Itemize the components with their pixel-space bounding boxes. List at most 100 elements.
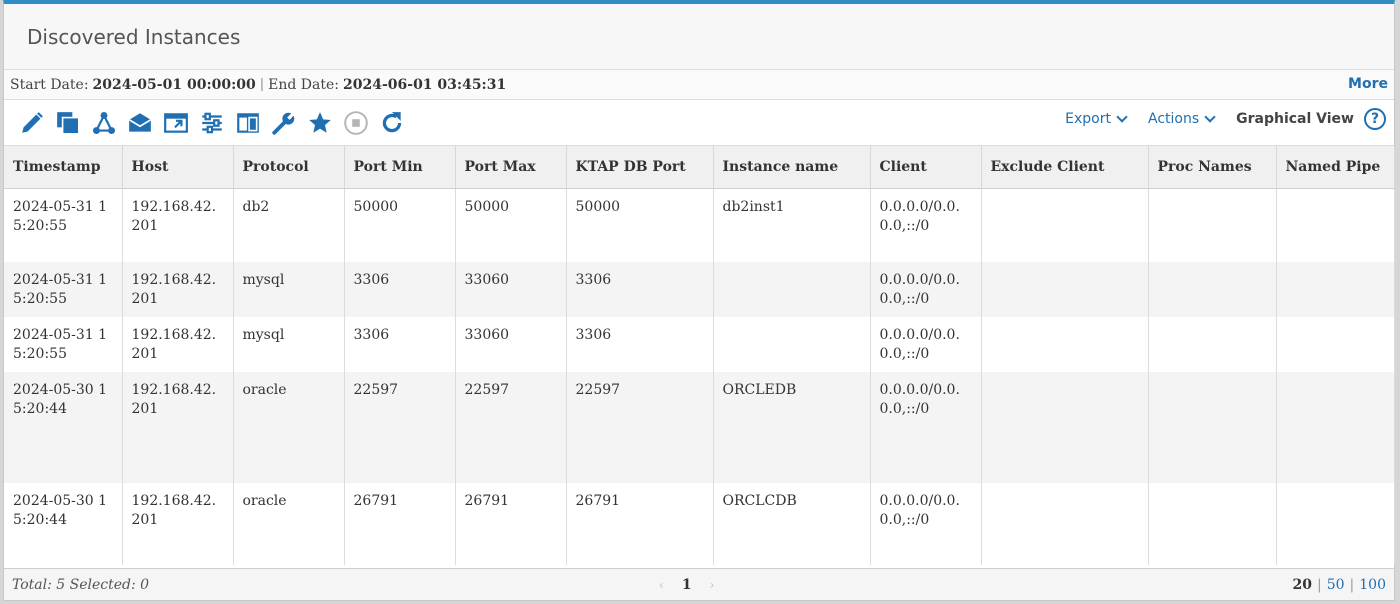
table-cell: 26791 [566, 483, 714, 565]
table-cell: 0.0.0.0/0.0.0.0,::/0 [870, 372, 982, 483]
network-icon[interactable] [86, 105, 122, 141]
table-cell: db2inst1 [713, 188, 871, 262]
table-cell: 33060 [455, 317, 567, 372]
table-cell: ORCLEDB [713, 372, 871, 483]
toolbar-right: Export Actions Graphical View ? [1043, 108, 1386, 130]
table-cell [981, 262, 1149, 317]
actions-menu[interactable]: Actions [1147, 111, 1216, 127]
column-header[interactable]: Port Max [455, 146, 567, 189]
page-size-selector: 20 | 50 | 100 [1293, 577, 1386, 593]
actions-label: Actions [1147, 111, 1200, 127]
table-cell: 3306 [566, 262, 714, 317]
table-cell: ORCLCDB [713, 483, 871, 565]
graphical-view-link[interactable]: Graphical View [1236, 111, 1354, 127]
table-cell: 192.168.42.201 [122, 262, 234, 317]
table-footer: Total: 5 Selected: 0 ‹ 1 › 20 | 50 | 100 [4, 568, 1394, 600]
more-link[interactable]: More [1348, 76, 1388, 92]
column-header[interactable]: Timestamp [4, 146, 123, 189]
chevron-down-icon [1204, 111, 1216, 123]
table-cell [713, 262, 871, 317]
table-cell: 22597 [344, 372, 456, 483]
columns-icon[interactable] [230, 105, 266, 141]
table-cell: mysql [233, 317, 345, 372]
page-size-divider: | [1349, 576, 1355, 593]
star-icon[interactable] [302, 105, 338, 141]
table-cell: 3306 [344, 317, 456, 372]
table-cell: 2024-05-30 15:20:44 [4, 372, 123, 483]
table-cell [1148, 317, 1277, 372]
column-header[interactable]: Instance name [713, 146, 871, 189]
table-cell: oracle [233, 372, 345, 483]
prev-page-button[interactable]: ‹ [659, 578, 664, 592]
wrench-icon[interactable] [266, 105, 302, 141]
table-cell [1276, 262, 1395, 317]
column-header[interactable]: Named Pipe [1276, 146, 1395, 189]
page-size-divider: | [1317, 576, 1322, 593]
table-cell: 2024-05-31 15:20:55 [4, 188, 123, 262]
instances-table: Timestamp Host Protocol Port Min Port Max KTA… [4, 146, 1395, 565]
mail-icon[interactable] [122, 105, 158, 141]
selection-summary: Total: 5 Selected: 0 [12, 576, 150, 593]
page-size-option[interactable]: 50 [1327, 577, 1345, 593]
table-cell: 50000 [344, 188, 456, 262]
column-header[interactable]: Port Min [344, 146, 456, 189]
table-cell: 3306 [566, 317, 714, 372]
next-page-button[interactable]: › [710, 578, 715, 592]
column-header[interactable]: Exclude Client [981, 146, 1149, 189]
table-cell [981, 372, 1149, 483]
settings-sliders-icon[interactable] [194, 105, 230, 141]
table-cell: 0.0.0.0/0.0.0.0,::/0 [870, 317, 982, 372]
table-row[interactable]: 2024-05-31 15:20:55 192.168.42.201 db2 5000… [4, 188, 1395, 262]
page-size-option[interactable]: 20 [1293, 577, 1312, 593]
table-cell: 2024-05-30 15:20:44 [4, 483, 123, 565]
column-header[interactable]: Protocol [233, 146, 345, 189]
current-page[interactable]: 1 [682, 577, 692, 593]
table-body: 2024-05-31 15:20:55 192.168.42.201 db2 5000… [4, 188, 1395, 565]
table-header-row: Timestamp Host Protocol Port Min Port Max KTA… [4, 146, 1395, 189]
table-cell [1148, 262, 1277, 317]
start-date-label: Start Date: [10, 76, 89, 93]
table-cell [1276, 188, 1395, 262]
table-cell: db2 [233, 188, 345, 262]
table-cell [1276, 483, 1395, 565]
table-row[interactable]: 2024-05-30 15:20:44 192.168.42.201 oracle 2… [4, 372, 1395, 483]
help-icon[interactable]: ? [1364, 108, 1386, 130]
page-title: Discovered Instances [27, 24, 241, 49]
table-cell: 22597 [566, 372, 714, 483]
toolbar: Export Actions Graphical View ? [4, 100, 1394, 146]
pagination: ‹ 1 › [659, 577, 714, 593]
column-header[interactable]: Client [870, 146, 982, 189]
table-cell: oracle [233, 483, 345, 565]
table-cell [981, 483, 1149, 565]
table-row[interactable]: 2024-05-30 15:20:44 192.168.42.201 oracle 2… [4, 483, 1395, 565]
end-date-label: End Date: [268, 76, 339, 93]
open-window-icon[interactable] [158, 105, 194, 141]
table-cell [981, 188, 1149, 262]
table-cell: 50000 [566, 188, 714, 262]
table-row[interactable]: 2024-05-31 15:20:55 192.168.42.201 mysql 33… [4, 262, 1395, 317]
table-cell: 26791 [455, 483, 567, 565]
end-date-value: 2024-06-01 03:45:31 [343, 76, 507, 93]
export-label: Export [1065, 111, 1111, 127]
export-menu[interactable]: Export [1065, 111, 1128, 127]
table-cell: 3306 [344, 262, 456, 317]
column-header[interactable]: KTAP DB Port [566, 146, 714, 189]
table-cell [713, 317, 871, 372]
table-cell: 50000 [455, 188, 567, 262]
table-cell [1276, 317, 1395, 372]
table-row[interactable]: 2024-05-31 15:20:55 192.168.42.201 mysql 33… [4, 317, 1395, 372]
start-date-value: 2024-05-01 00:00:00 [92, 76, 256, 93]
table-cell [981, 317, 1149, 372]
table-cell: 22597 [455, 372, 567, 483]
table-cell [1148, 188, 1277, 262]
discovered-instances-panel: Discovered Instances Start Date: 2024-05… [3, 0, 1395, 601]
table-cell: 26791 [344, 483, 456, 565]
column-header[interactable]: Proc Names [1148, 146, 1277, 189]
column-header[interactable]: Host [122, 146, 234, 189]
table-cell [1276, 372, 1395, 483]
page-size-option[interactable]: 100 [1359, 577, 1386, 593]
edit-icon[interactable] [14, 105, 50, 141]
refresh-icon[interactable] [374, 105, 410, 141]
copy-icon[interactable] [50, 105, 86, 141]
stop-icon[interactable] [338, 105, 374, 141]
